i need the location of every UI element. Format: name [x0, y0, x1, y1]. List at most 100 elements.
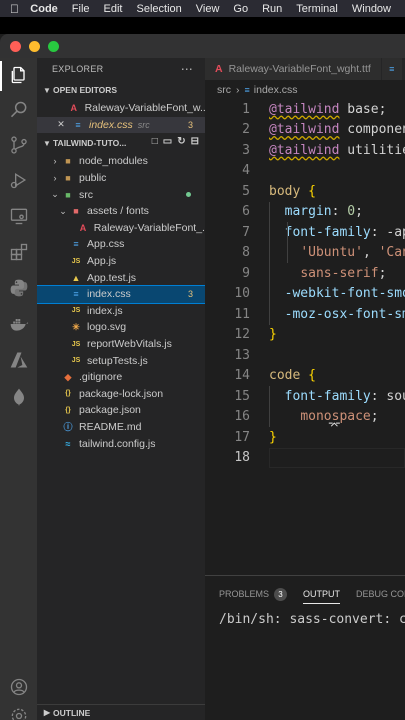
open-editor-item[interactable]: A Raleway-VariableFont_w... [37, 100, 205, 117]
menu-go[interactable]: Go [233, 3, 248, 15]
tab-output-label: OUTPUT [303, 589, 341, 599]
tab-font-file[interactable]: A Raleway-VariableFont_wght.ttf [205, 58, 382, 80]
file-item[interactable]: ◆ .gitignore [37, 369, 205, 386]
tree-item-label: README.md [79, 420, 142, 433]
js-file-icon: JS [71, 357, 81, 365]
apple-logo-icon[interactable]:  [10, 2, 26, 16]
menu-terminal[interactable]: Terminal [296, 3, 338, 15]
test-file-icon: ▲ [71, 272, 81, 283]
line-number: 12 [234, 327, 250, 343]
file-item[interactable]: JS setupTests.js [37, 352, 205, 369]
line-number: 10 [234, 286, 250, 302]
file-item[interactable]: {} package-lock.json [37, 386, 205, 403]
tab-debug-console-label: DEBUG CONSOLE [356, 589, 405, 599]
code-text: @tailwind utilities; [269, 143, 405, 158]
tree-item-label: index.css [87, 288, 131, 301]
problems-count-badge: 3 [274, 587, 288, 601]
file-item[interactable]: ≈ tailwind.config.js [37, 435, 205, 452]
file-item[interactable]: A Raleway-VariableFont_... [37, 220, 205, 237]
tree-item-label: package-lock.json [79, 387, 164, 400]
open-editors-section[interactable]: ▼ OPEN EDITORS [37, 80, 205, 100]
more-actions-icon[interactable]: ⋯ [181, 62, 193, 76]
menu-view[interactable]: View [196, 3, 220, 15]
run-debug-icon[interactable] [7, 168, 30, 191]
code-line: 1 @tailwind base; [205, 99, 405, 120]
code-text: margin: 0; [269, 204, 363, 219]
file-item[interactable]: JS index.js [37, 303, 205, 320]
menu-window[interactable]: Window [352, 3, 391, 15]
desktop-gap [0, 17, 405, 34]
tab-label: Raleway-VariableFont_wght.ttf [228, 63, 371, 75]
manage-gear-icon[interactable] [7, 704, 30, 720]
file-item[interactable]: ⓘ README.md [37, 419, 205, 436]
folder-open-icon: ■ [65, 189, 71, 200]
js-file-icon: JS [71, 257, 81, 265]
folder-item[interactable]: ⌄ ■ src [37, 186, 205, 203]
file-item[interactable]: ▲ App.test.js [37, 269, 205, 286]
new-folder-icon[interactable]: ▭ [163, 136, 172, 147]
menu-edit[interactable]: Edit [104, 3, 123, 15]
close-window-button[interactable] [10, 40, 21, 52]
refresh-icon[interactable]: ↻ [177, 136, 185, 147]
new-file-icon[interactable]: □ [152, 136, 158, 147]
breadcrumb-folder[interactable]: src [217, 84, 231, 96]
folder-item[interactable]: ⌄ ■ assets / fonts [37, 203, 205, 220]
folder-item[interactable]: › ■ node_modules [37, 153, 205, 170]
menu-run[interactable]: Run [262, 3, 282, 15]
python-icon[interactable] [7, 276, 30, 299]
chevron-right-icon: › [236, 83, 240, 96]
tab-problems[interactable]: PROBLEMS 3 [219, 576, 288, 612]
close-icon[interactable]: ✕ [55, 119, 67, 131]
svg-file-icon: ✳ [72, 321, 80, 332]
json-file-icon: {} [65, 406, 71, 414]
zoom-window-button[interactable] [48, 40, 59, 52]
mongodb-icon[interactable] [7, 385, 30, 408]
docker-icon[interactable] [7, 312, 30, 335]
azure-icon[interactable] [7, 348, 30, 371]
minimize-window-button[interactable] [29, 40, 40, 52]
code-token: -moz-osx-font-smoothing [284, 306, 405, 322]
file-item[interactable]: ≡ App.css [37, 236, 205, 253]
explorer-icon[interactable] [7, 63, 30, 86]
menu-selection[interactable]: Selection [137, 3, 182, 15]
extensions-icon[interactable] [7, 240, 30, 263]
menu-app[interactable]: Code [30, 3, 58, 15]
tab-debug-console[interactable]: DEBUG CONSOLE [356, 576, 405, 612]
code-editor[interactable]: ⌤ 1@tailwind base;2@tailwind components;… [205, 99, 405, 575]
tab-output[interactable]: OUTPUT [303, 576, 341, 612]
code-line: 15 font-family: source-code-pro [205, 386, 405, 407]
open-editor-item-active[interactable]: ✕ ≡ index.css src 3 [37, 116, 205, 134]
warning-squiggle-token: @tailwind [269, 101, 340, 117]
file-item[interactable]: {} package.json [37, 402, 205, 419]
accounts-icon[interactable] [7, 675, 30, 698]
tab-index-css-partial[interactable]: ≡ [381, 58, 402, 80]
menu-file[interactable]: File [72, 3, 90, 15]
file-item[interactable]: ≡ index.css 3 [37, 284, 205, 304]
folder-item[interactable]: › ■ public [37, 170, 205, 187]
warning-squiggle-token: @tailwind [269, 122, 340, 138]
code-text: -moz-osx-font-smoothing [269, 307, 405, 322]
chevron-right-icon: › [53, 156, 57, 167]
code-line: 18 [205, 448, 405, 469]
modified-dot-icon [186, 192, 191, 198]
explorer-sidebar: EXPLORER ⋯ ▼ OPEN EDITORS A Raleway-Vari… [37, 58, 205, 720]
outline-section[interactable]: ▶ OUTLINE [37, 704, 205, 720]
file-item[interactable]: JS reportWebVitals.js [37, 336, 205, 353]
source-control-icon[interactable] [7, 133, 30, 156]
code-token: } [269, 327, 277, 343]
css-file-icon: ≡ [73, 289, 79, 300]
code-token: -webkit-font-smoothing [284, 286, 405, 302]
collapse-all-icon[interactable]: ⊟ [191, 136, 199, 147]
project-section[interactable]: ▼ TAILWIND-TUTO... □ ▭ ↻ ⊟ [37, 133, 205, 153]
file-item[interactable]: ✳ logo.svg [37, 319, 205, 336]
file-item[interactable]: JS App.js [37, 253, 205, 270]
code-token: font-family [284, 224, 371, 240]
js-file-icon: JS [71, 340, 81, 348]
remote-explorer-icon[interactable] [7, 204, 30, 227]
search-icon[interactable] [7, 98, 30, 121]
code-line: 5 body { [205, 181, 405, 202]
tree-item-label: node_modules [79, 155, 148, 168]
breadcrumb-file[interactable]: index.css [254, 84, 298, 96]
